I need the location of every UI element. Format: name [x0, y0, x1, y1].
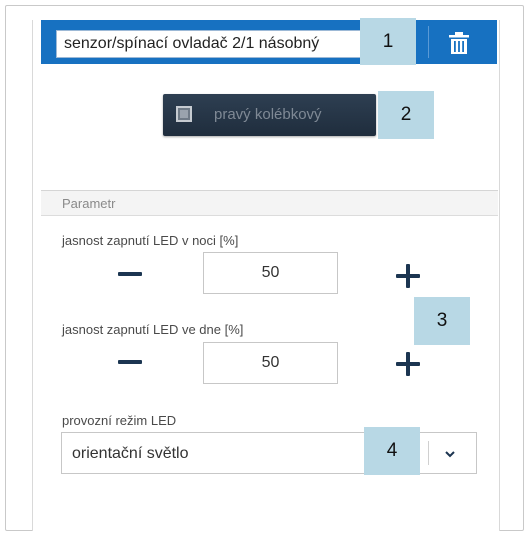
led-night-input[interactable]: 50 [203, 252, 338, 294]
led-day-increment-button[interactable] [396, 352, 420, 376]
callout-4: 4 [364, 427, 420, 475]
led-night-label: jasnost zapnutí LED v noci [%] [62, 233, 239, 248]
device-name-input[interactable]: senzor/spínací ovladač 2/1 násobný [56, 30, 361, 58]
led-mode-label: provozní režim LED [62, 413, 177, 428]
rocker-select-button[interactable]: pravý kolébkový [163, 94, 376, 136]
led-night-increment-button[interactable] [396, 264, 420, 288]
callout-3: 3 [414, 297, 470, 345]
checkbox-icon [176, 106, 192, 122]
led-day-label: jasnost zapnutí LED ve dne [%] [62, 322, 244, 337]
led-mode-value: orientační světlo [72, 445, 189, 462]
section-title: Parametr [62, 196, 116, 211]
chevron-down-icon[interactable] [444, 447, 456, 459]
led-day-decrement-button[interactable] [118, 360, 142, 364]
callout-1: 1 [360, 18, 416, 65]
header-divider [428, 26, 429, 58]
rocker-label: pravý kolébkový [214, 106, 322, 123]
led-night-decrement-button[interactable] [118, 272, 142, 276]
callout-2: 2 [378, 91, 434, 139]
trash-icon[interactable] [449, 32, 469, 54]
led-day-input[interactable]: 50 [203, 342, 338, 384]
select-divider [428, 441, 429, 465]
